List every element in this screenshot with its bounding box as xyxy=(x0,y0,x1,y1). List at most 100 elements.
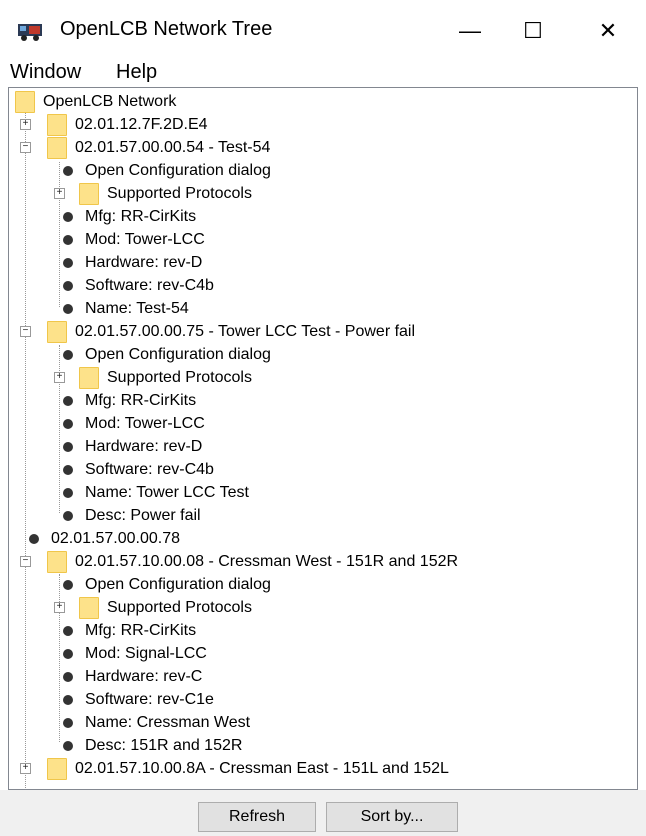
leaf-dot-icon xyxy=(63,395,73,406)
node-label: Supported Protocols xyxy=(107,598,252,616)
tree-leaf[interactable]: Software: rev-C1e xyxy=(59,688,214,711)
tree-node[interactable]: 02.01.57.10.00.08 - Cressman West - 151R… xyxy=(47,550,458,573)
tree-leaf[interactable]: Desc: 151R and 152R xyxy=(59,734,242,757)
leaf-dot-icon xyxy=(63,211,73,222)
tree-leaf[interactable]: Hardware: rev-D xyxy=(59,251,202,274)
leaf-dot-icon xyxy=(63,740,73,751)
expand-icon[interactable]: + xyxy=(54,372,65,383)
tree-leaf[interactable]: Software: rev-C4b xyxy=(59,274,214,297)
expand-icon[interactable]: + xyxy=(20,763,31,774)
node-label: 02.01.57.00.00.75 - Tower LCC Test - Pow… xyxy=(75,322,416,340)
tree-node[interactable]: 02.01.57.10.00.8A - Cressman East - 151L… xyxy=(47,757,449,780)
expand-icon[interactable]: + xyxy=(54,602,65,613)
leaf-dot-icon xyxy=(63,510,73,521)
tree-leaf[interactable]: Hardware: rev-C xyxy=(59,665,202,688)
tree-node[interactable]: Supported Protocols xyxy=(79,366,252,389)
leaf-dot-icon xyxy=(63,625,73,636)
node-label: 02.01.57.00.00.54 - Test-54 xyxy=(75,138,271,156)
leaf-dot-icon xyxy=(63,441,73,452)
leaf-dot-icon xyxy=(63,671,73,682)
tree-leaf[interactable]: Name: Tower LCC Test xyxy=(59,481,249,504)
folder-icon xyxy=(79,596,99,619)
tree-leaf[interactable]: Hardware: rev-D xyxy=(59,435,202,458)
leaf-label: Name: Tower LCC Test xyxy=(85,483,249,501)
leaf-dot-icon xyxy=(63,257,73,268)
collapse-icon[interactable]: − xyxy=(20,326,31,337)
tree-node[interactable]: 02.01.12.7F.2D.E4 xyxy=(47,113,208,136)
leaf-label: Mfg: RR-CirKits xyxy=(85,207,197,225)
leaf-label: Name: Test-54 xyxy=(85,299,189,317)
leaf-label: Hardware: rev-C xyxy=(85,667,203,685)
leaf-label: Open Configuration dialog xyxy=(85,575,271,593)
folder-icon xyxy=(47,320,67,343)
folder-icon xyxy=(47,550,67,573)
folder-icon xyxy=(15,90,35,113)
tree-leaf[interactable]: Open Configuration dialog xyxy=(59,573,271,596)
tree-leaf[interactable]: Mod: Tower-LCC xyxy=(59,228,205,251)
node-label: 02.01.12.7F.2D.E4 xyxy=(75,115,208,133)
leaf-label: Open Configuration dialog xyxy=(85,345,271,363)
leaf-label: Mod: Tower-LCC xyxy=(85,230,205,248)
leaf-dot-icon xyxy=(63,464,73,475)
maximize-button[interactable]: ☐ xyxy=(503,8,563,54)
expand-icon[interactable]: + xyxy=(54,188,65,199)
leaf-dot-icon xyxy=(63,303,73,314)
menu-help[interactable]: Help xyxy=(116,61,157,84)
tree-leaf[interactable]: 02.01.57.00.00.78 xyxy=(25,527,180,550)
folder-icon xyxy=(47,136,67,159)
folder-icon xyxy=(47,757,67,780)
node-label: Supported Protocols xyxy=(107,368,252,386)
leaf-dot-icon xyxy=(63,717,73,728)
button-bar: Refresh Sort by... xyxy=(0,790,646,836)
folder-icon xyxy=(79,182,99,205)
tree-leaf[interactable]: Mfg: RR-CirKits xyxy=(59,619,196,642)
tree-leaf[interactable]: Mod: Tower-LCC xyxy=(59,412,205,435)
minimize-button[interactable]: — xyxy=(440,8,500,54)
tree-leaf[interactable]: Open Configuration dialog xyxy=(59,159,271,182)
leaf-label: Hardware: rev-D xyxy=(85,253,203,271)
leaf-label: Desc: 151R and 152R xyxy=(85,736,243,754)
leaf-label: Open Configuration dialog xyxy=(85,161,271,179)
leaf-dot-icon xyxy=(63,418,73,429)
leaf-label: Name: Cressman West xyxy=(85,713,251,731)
folder-icon xyxy=(47,113,67,136)
leaf-label: Desc: Power fail xyxy=(85,506,201,524)
collapse-icon[interactable]: − xyxy=(20,142,31,153)
tree-root[interactable]: OpenLCB Network xyxy=(15,90,176,113)
leaf-label: Software: rev-C1e xyxy=(85,690,214,708)
leaf-dot-icon xyxy=(63,648,73,659)
leaf-dot-icon xyxy=(63,694,73,705)
leaf-dot-icon xyxy=(63,234,73,245)
leaf-label: Hardware: rev-D xyxy=(85,437,203,455)
tree-leaf[interactable]: Name: Test-54 xyxy=(59,297,189,320)
tree-leaf[interactable]: Mfg: RR-CirKits xyxy=(59,205,196,228)
tree-leaf[interactable]: Name: Cressman West xyxy=(59,711,250,734)
expand-icon[interactable]: + xyxy=(20,119,31,130)
window-title: OpenLCB Network Tree xyxy=(60,18,273,40)
tree-root-label: OpenLCB Network xyxy=(43,92,177,110)
tree-leaf[interactable]: Mod: Signal-LCC xyxy=(59,642,207,665)
tree-connector-line xyxy=(25,113,26,789)
menu-window[interactable]: Window xyxy=(10,61,81,84)
collapse-icon[interactable]: − xyxy=(20,556,31,567)
tree-leaf[interactable]: Open Configuration dialog xyxy=(59,343,271,366)
tree-node[interactable]: 02.01.57.00.00.54 - Test-54 xyxy=(47,136,270,159)
tree-leaf[interactable]: Mfg: RR-CirKits xyxy=(59,389,196,412)
leaf-label: Software: rev-C4b xyxy=(85,460,214,478)
tree-leaf[interactable]: Software: rev-C4b xyxy=(59,458,214,481)
tree-node[interactable]: Supported Protocols xyxy=(79,182,252,205)
leaf-label: Software: rev-C4b xyxy=(85,276,214,294)
tree-node[interactable]: 02.01.57.00.00.75 - Tower LCC Test - Pow… xyxy=(47,320,415,343)
network-tree-window: OpenLCB Network Tree — ☐ ✕ Window Help O… xyxy=(0,0,646,836)
sort-by-button[interactable]: Sort by... xyxy=(326,802,458,832)
network-tree[interactable]: OpenLCB Network + 02.01.12.7F.2D.E4 − 02… xyxy=(8,87,638,790)
tree-leaf[interactable]: Desc: Power fail xyxy=(59,504,201,527)
menu-bar: Window Help xyxy=(0,60,646,88)
leaf-label: 02.01.57.00.00.78 xyxy=(51,529,181,547)
close-button[interactable]: ✕ xyxy=(578,8,638,54)
node-label: 02.01.57.10.00.8A - Cressman East - 151L… xyxy=(75,759,449,777)
leaf-dot-icon xyxy=(63,487,73,498)
tree-node[interactable]: Supported Protocols xyxy=(79,596,252,619)
leaf-label: Mfg: RR-CirKits xyxy=(85,391,197,409)
refresh-button[interactable]: Refresh xyxy=(198,802,316,832)
